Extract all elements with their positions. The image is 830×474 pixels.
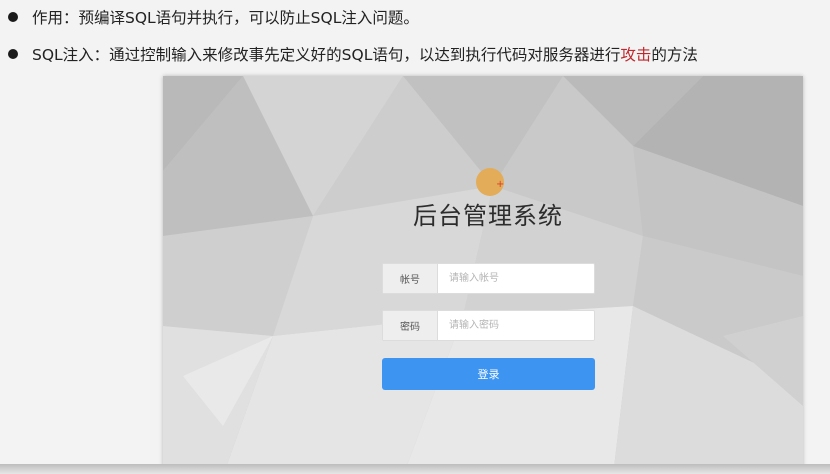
username-field: 帐号 [382, 263, 595, 294]
bullet-dot-icon [8, 49, 18, 59]
bullet-dot-icon [8, 12, 18, 22]
bullet-purpose-text: 作用：预编译SQL语句并执行，可以防止SQL注入问题。 [32, 9, 419, 27]
password-field: 密码 [382, 310, 595, 341]
bullet-sql-injection-text-after: 的方法 [651, 46, 698, 64]
username-input[interactable] [438, 264, 594, 293]
login-title: 后台管理系统 [413, 202, 563, 230]
login-page-screenshot: + 后台管理系统 帐号 密码 登录 [163, 76, 803, 474]
bottom-edge [0, 464, 830, 474]
bullet-purpose: 作用：预编译SQL语句并执行，可以防止SQL注入问题。 [8, 6, 419, 28]
login-button[interactable]: 登录 [382, 358, 595, 390]
bullet-sql-injection: SQL注入：通过控制输入来修改事先定义好的SQL语句，以达到执行代码对服务器进行… [8, 43, 698, 65]
bullet-highlight-attack: 攻击 [620, 46, 652, 64]
password-label: 密码 [383, 311, 438, 340]
username-label: 帐号 [383, 264, 438, 293]
password-input[interactable] [438, 311, 594, 340]
bullet-sql-injection-text-before: SQL注入：通过控制输入来修改事先定义好的SQL语句，以达到执行代码对服务器进行 [32, 46, 621, 64]
cursor-plus-icon: + [496, 179, 505, 190]
